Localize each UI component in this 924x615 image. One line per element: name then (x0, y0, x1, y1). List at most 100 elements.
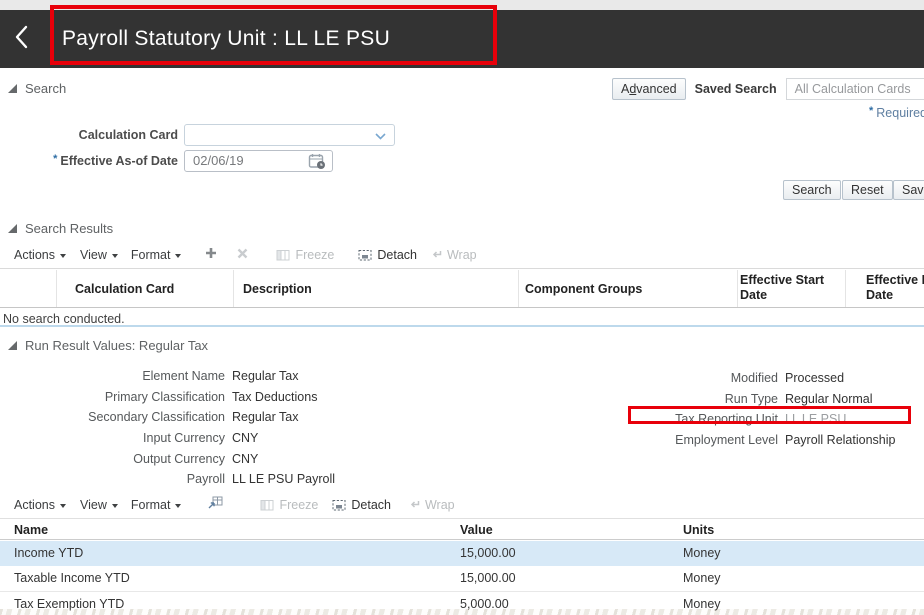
export-icon (208, 496, 223, 509)
column-header-effective-start-date: Effective Start Date (740, 273, 825, 302)
wrap-button: Wrap (408, 498, 455, 512)
actions-menu[interactable]: Actions (14, 498, 66, 512)
advanced-button[interactable]: Ad vanced (612, 78, 686, 100)
run-type-value: Regular Normal (785, 391, 873, 406)
column-header-units: Units (683, 523, 715, 537)
app-header: Payroll Statutory Unit : LL LE PSU (0, 10, 924, 68)
caret-down-icon (111, 254, 118, 258)
values-table-body: Income YTD 15,000.00 Money Taxable Incom… (0, 541, 924, 615)
watermark-band (0, 609, 924, 615)
search-button[interactable]: Search (783, 180, 841, 200)
chevron-left-icon (14, 25, 28, 54)
column-header-name: Name (14, 523, 49, 537)
run-result-title: Run Result Values: Regular Tax (25, 338, 209, 353)
freeze-icon (276, 250, 290, 261)
column-header-value: Value (460, 523, 493, 537)
secondary-classification-label: Secondary Classification (88, 410, 225, 425)
employment-level-label: Employment Level (675, 433, 778, 448)
table-row-taxable-income-ytd[interactable]: Taxable Income YTD 15,000.00 Money (0, 566, 924, 592)
effective-date-input[interactable]: 02/06/19 (184, 150, 333, 172)
caret-down-icon (111, 504, 118, 508)
export-button[interactable] (208, 496, 223, 514)
employment-level-value: Payroll Relationship (785, 433, 896, 448)
search-section-title: Search (25, 81, 67, 96)
freeze-button: Freeze (260, 498, 318, 512)
reset-button[interactable]: Reset (842, 180, 893, 200)
save-button[interactable]: Save (893, 180, 924, 200)
primary-classification-value: Tax Deductions (232, 389, 318, 404)
view-menu[interactable]: View (80, 498, 118, 512)
tax-reporting-unit-label: Tax Reporting Unit (675, 412, 778, 427)
column-header-effective-end-date: Effective End Date (866, 273, 924, 302)
required-asterisk: * (53, 153, 58, 165)
detach-button[interactable]: Detach (358, 248, 417, 262)
format-menu[interactable]: Format (131, 248, 182, 262)
run-result-toolbar: Actions View Format Freeze Detach Wrap (0, 494, 924, 516)
wrap-button: Wrap (430, 248, 477, 262)
search-results-section-header[interactable]: Search Results (8, 221, 113, 236)
saved-search-label: Saved Search (694, 82, 777, 96)
effective-date-label: * Effective As-of Date (53, 153, 178, 168)
actions-menu[interactable]: Actions (14, 248, 66, 262)
empty-results-message: No search conducted. (3, 312, 125, 326)
calculation-card-label: Calculation Card (78, 128, 178, 142)
disclosure-triangle-icon (8, 84, 17, 93)
detach-button[interactable]: Detach (332, 498, 391, 512)
column-header-component-groups: Component Groups (525, 282, 643, 296)
payroll-label: Payroll (186, 472, 225, 487)
detach-icon (332, 500, 346, 511)
back-button[interactable] (10, 24, 32, 54)
saved-search-select[interactable]: All Calculation Cards (785, 78, 924, 100)
column-header-calculation-card: Calculation Card (75, 282, 175, 296)
modified-value: Processed (785, 371, 845, 386)
detach-icon (358, 250, 372, 261)
table-row-income-ytd[interactable]: Income YTD 15,000.00 Money (0, 541, 924, 567)
format-menu[interactable]: Format (131, 498, 182, 512)
required-asterisk: * (869, 105, 874, 117)
disclosure-triangle-icon (8, 341, 17, 350)
element-name-label: Element Name (142, 369, 225, 384)
output-currency-value: CNY (232, 451, 259, 466)
delete-row-button (237, 246, 248, 264)
wrap-icon (410, 501, 420, 508)
tax-reporting-unit-value: LL LE PSU (785, 412, 847, 427)
freeze-button: Freeze (276, 248, 334, 262)
view-menu[interactable]: View (80, 248, 118, 262)
calendar-icon[interactable] (308, 153, 327, 176)
search-results-toolbar: Actions View Format Freeze Detach Wrap (0, 244, 924, 266)
search-results-title: Search Results (25, 221, 114, 236)
primary-classification-label: Primary Classification (104, 389, 225, 404)
section-divider (0, 325, 924, 327)
input-currency-label: Input Currency (143, 431, 225, 446)
secondary-classification-value: Regular Tax (232, 410, 299, 425)
payroll-statutory-unit-page: Payroll Statutory Unit : LL LE PSU Searc… (0, 0, 924, 615)
disclosure-triangle-icon (8, 224, 17, 233)
caret-down-icon (60, 504, 66, 508)
search-results-header-row: Calculation Card Description Component G… (0, 268, 924, 308)
caret-down-icon (175, 254, 182, 258)
modified-label: Modified (730, 371, 778, 386)
required-hint: * Required (869, 105, 924, 120)
element-name-value: Regular Tax (232, 369, 299, 384)
run-type-label: Run Type (724, 391, 778, 406)
calculation-card-select[interactable] (184, 124, 395, 146)
wrap-icon (432, 251, 442, 258)
freeze-icon (260, 500, 274, 511)
run-result-left-fields: Element Name Regular Tax Primary Classifi… (0, 366, 335, 490)
values-table-header-row: Name Value Units (0, 518, 924, 540)
caret-down-icon (175, 504, 182, 508)
output-currency-label: Output Currency (133, 451, 225, 466)
saved-search-row: Ad vanced Saved Search All Calculation Ca… (612, 78, 924, 100)
input-currency-value: CNY (232, 431, 259, 446)
top-strip (0, 0, 924, 10)
add-row-button[interactable] (205, 246, 217, 264)
chevron-down-icon (375, 133, 386, 140)
page-title: Payroll Statutory Unit : LL LE PSU (62, 27, 391, 50)
run-result-right-fields: Modified Processed Run Type Regular Normal… (560, 368, 895, 450)
column-header-description: Description (243, 282, 312, 296)
effective-date-value: 02/06/19 (193, 153, 244, 168)
caret-down-icon (60, 254, 66, 258)
payroll-value: LL LE PSU Payroll (232, 472, 336, 487)
search-section-header[interactable]: Search (8, 81, 66, 96)
run-result-section-header[interactable]: Run Result Values: Regular Tax (8, 338, 208, 353)
